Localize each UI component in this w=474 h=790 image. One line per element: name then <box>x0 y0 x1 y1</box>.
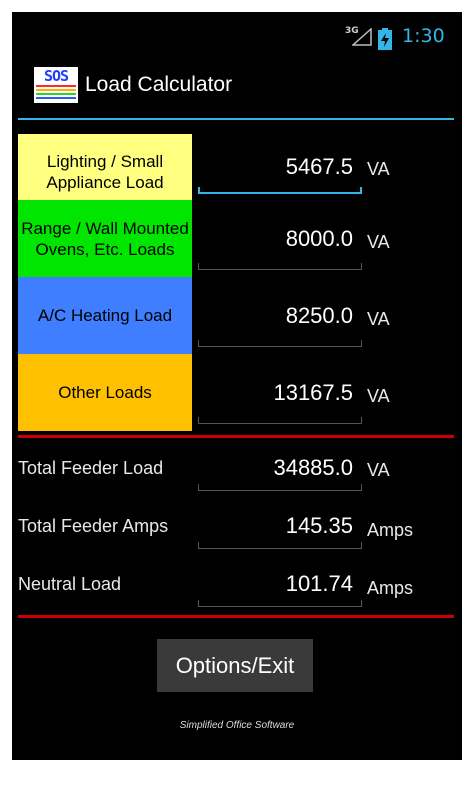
logo-line-red <box>36 85 76 87</box>
total-feeder-amps-value: 145.35 <box>285 513 353 538</box>
total-feeder-load-underline <box>198 484 362 491</box>
status-bar: 3G 1:30 <box>12 12 462 50</box>
loads-divider <box>18 435 454 438</box>
ac-heating-load-value[interactable]: 8250.0 <box>198 303 353 329</box>
phone-screen: 3G 1:30 SOS Load Calculator Lighting / S… <box>12 12 462 760</box>
header-divider <box>18 118 454 120</box>
neutral-load-underline <box>198 600 362 607</box>
total-feeder-amps-underline <box>198 542 362 549</box>
total-feeder-load-label: Total Feeder Load <box>18 458 164 478</box>
total-feeder-load-unit: VA <box>367 460 390 480</box>
ac-heating-load-unit: VA <box>367 309 390 329</box>
other-load-value[interactable]: 13167.5 <box>198 380 353 406</box>
total-feeder-load-value: 34885.0 <box>273 455 353 480</box>
action-bar: SOS Load Calculator <box>12 50 462 119</box>
options-exit-button[interactable]: Options/Exit <box>157 639 313 692</box>
category-range-wall-ovens: Range / Wall Mounted Ovens, Etc. Loads <box>18 200 192 277</box>
total-feeder-amps-unit: Amps <box>367 520 414 540</box>
other-load-unit: VA <box>367 386 390 406</box>
totals-divider <box>18 615 454 618</box>
signal-icon <box>352 28 372 46</box>
battery-charging-icon <box>378 28 392 50</box>
footer-credit: Simplified Office Software <box>179 720 295 731</box>
category-other-loads: Other Loads <box>18 354 192 431</box>
logo-text: SOS <box>43 67 69 85</box>
other-load-input-underline[interactable] <box>198 417 362 424</box>
logo-line-blue <box>36 97 76 99</box>
app-logo: SOS <box>34 67 78 103</box>
ac-heating-load-input-underline[interactable] <box>198 340 362 347</box>
neutral-load-value: 101.74 <box>285 571 353 596</box>
clock: 1:30 <box>402 25 445 47</box>
range-load-value[interactable]: 8000.0 <box>198 226 353 252</box>
range-load-input-underline[interactable] <box>198 263 362 270</box>
logo-line-orange <box>36 89 76 91</box>
neutral-load-unit: Amps <box>367 578 414 598</box>
range-load-unit: VA <box>367 232 390 252</box>
total-feeder-amps-label: Total Feeder Amps <box>18 516 169 536</box>
neutral-load-label: Neutral Load <box>18 574 122 594</box>
app-title: Load Calculator <box>85 73 233 96</box>
lighting-load-unit: VA <box>367 159 390 179</box>
logo-line-green <box>36 93 76 95</box>
lighting-load-input-underline[interactable] <box>198 187 362 194</box>
category-lighting-small-appliance: Lighting / Small Appliance Load <box>18 134 192 210</box>
category-ac-heating: A/C Heating Load <box>18 277 192 354</box>
lighting-load-value[interactable]: 5467.5 <box>198 154 353 180</box>
